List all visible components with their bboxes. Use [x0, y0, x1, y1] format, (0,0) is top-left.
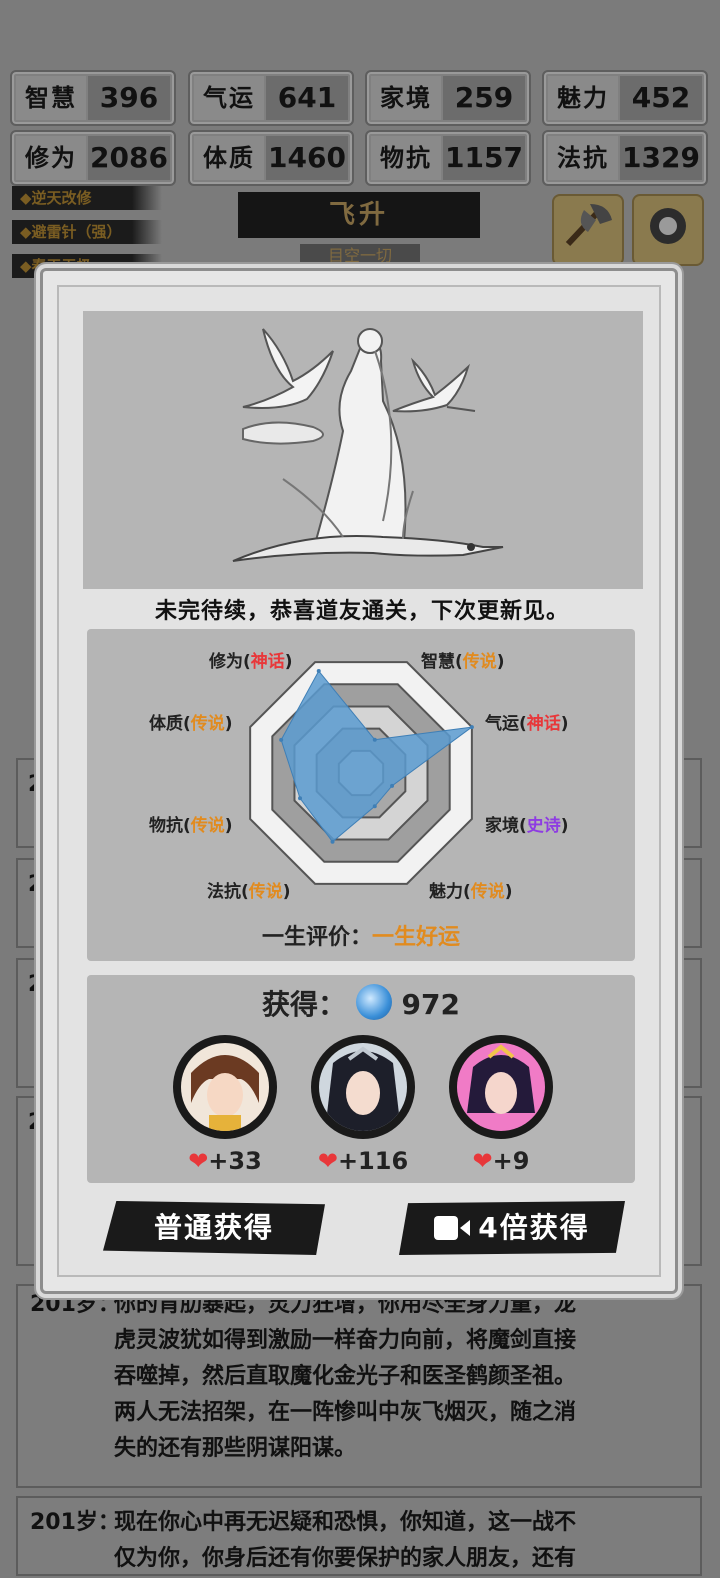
ascend-banner: 飞升	[238, 192, 480, 238]
stat-physical-resist: 物抗 1157	[365, 130, 531, 186]
stat-magic-resist: 法抗 1329	[542, 130, 708, 186]
radar-point	[316, 669, 321, 674]
completion-message: 未完待续，恭喜道友通关，下次更新见。	[154, 599, 569, 624]
radar-label-luck: 气运(神话)	[485, 714, 569, 734]
log-entry-story: 201岁： 你的肯肋暴起，灵力狂增，你用尽全身力量，龙 虎灵波犹如得到激励一样奋…	[16, 1284, 702, 1488]
rewards-panel: 获得： 972 ❤+33 ❤+116 ❤+9	[87, 975, 635, 1183]
attribute-radar-panel: 修为(神话) 智慧(传说) 气运(神话) 家境(史诗) 魅力(传说) 法抗(传说…	[87, 629, 635, 961]
ascension-illustration	[83, 311, 643, 589]
stat-family: 家境 259	[365, 70, 531, 126]
radar-point	[298, 796, 303, 801]
affection-gain: ❤+116	[317, 1147, 409, 1175]
radar-label-magic-resist: 法抗(传说)	[207, 882, 291, 902]
normal-claim-button[interactable]: 普通获得	[103, 1201, 325, 1255]
attribute-radar-chart	[249, 661, 474, 885]
radar-point	[330, 839, 335, 844]
video-camera-icon	[434, 1216, 471, 1240]
heart-icon: ❤	[472, 1147, 493, 1175]
life-evaluation: 一生评价：一生好运	[261, 925, 461, 950]
radar-label-cultivation: 修为(神话)	[209, 652, 293, 672]
heart-icon: ❤	[188, 1147, 209, 1175]
radar-point	[372, 737, 377, 742]
radar-label-charm: 魅力(传说)	[429, 882, 513, 902]
stat-cultivation: 修为 2086	[10, 130, 176, 186]
heart-icon: ❤	[317, 1147, 338, 1175]
radar-point	[469, 725, 474, 730]
radar-point	[279, 737, 284, 742]
spirit-orb-icon	[355, 984, 392, 1020]
gain-header: 获得： 972	[87, 983, 635, 1023]
radar-point	[372, 804, 377, 809]
affection-gain: ❤+9	[472, 1147, 530, 1175]
axe-item-icon[interactable]	[552, 194, 624, 266]
stat-physique: 体质 1460	[188, 130, 354, 186]
log-entry-story: 201岁： 现在你心中再无迟疑和恐惧，你知道，这一战不 仅为你，你身后还有你要保…	[16, 1496, 702, 1576]
radar-label-family: 家境(史诗)	[485, 816, 569, 836]
ending-dialog: 未完待续，恭喜道友通关，下次更新见。 修为(神话) 智慧(传说) 气运(神话) …	[40, 268, 678, 1294]
companion-portrait	[181, 1043, 269, 1131]
stat-luck: 气运 641	[188, 70, 354, 126]
radar-label-physical-resist: 物抗(传说)	[149, 816, 233, 836]
talent-item[interactable]: ◆逆天改修	[12, 186, 162, 210]
video-4x-claim-button[interactable]: 4倍获得	[399, 1201, 625, 1255]
affection-gain: ❤+33	[188, 1147, 262, 1175]
orb-item-icon[interactable]	[632, 194, 704, 266]
stat-charm: 魅力 452	[542, 70, 708, 126]
talent-item[interactable]: ◆避雷针（强）	[12, 220, 162, 244]
radar-label-physique: 体质(传说)	[149, 714, 233, 734]
radar-point	[390, 783, 395, 788]
companion-portrait	[319, 1043, 407, 1131]
radar-label-wisdom: 智慧(传说)	[421, 652, 505, 672]
companion-portrait	[457, 1043, 545, 1131]
stat-wisdom: 智慧 396	[10, 70, 176, 126]
ascend-subtitle: 目空一切	[300, 244, 420, 268]
